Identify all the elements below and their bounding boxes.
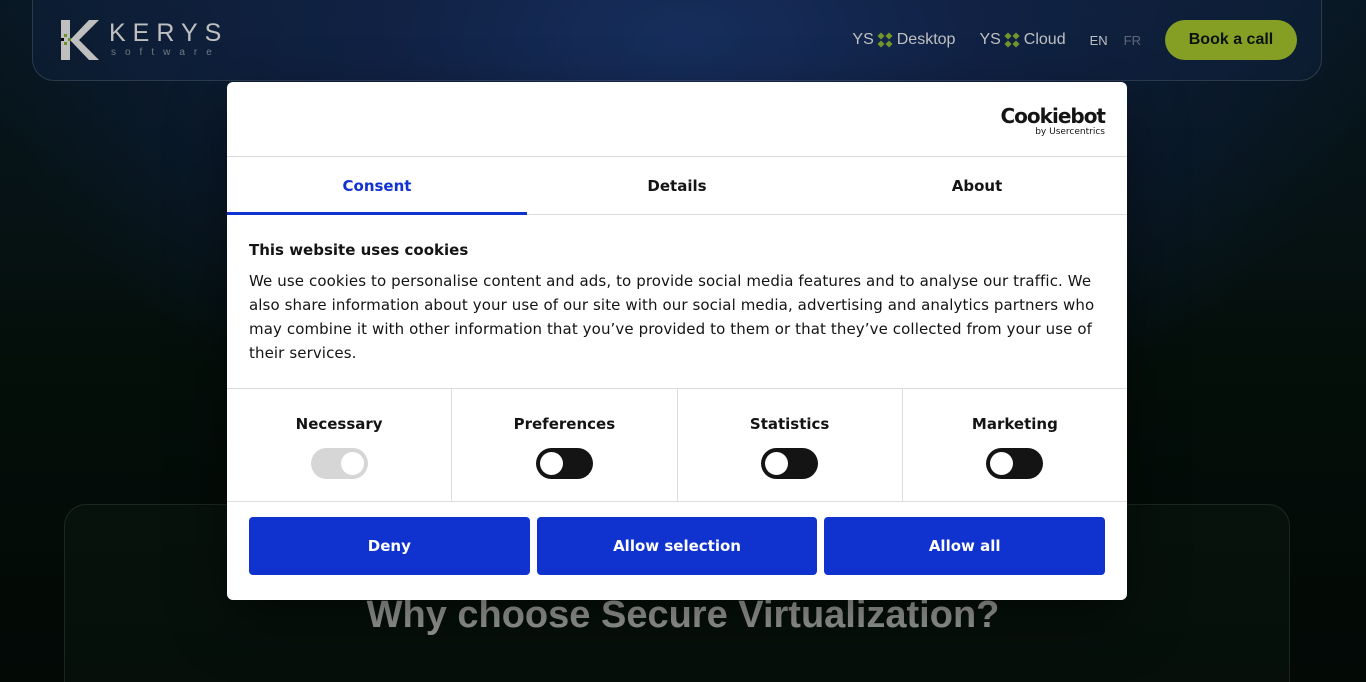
cookie-category-toggles: Necessary Preferences Statistics Marketi… <box>227 389 1127 502</box>
consent-buttons: Deny Allow selection Allow all <box>227 502 1127 590</box>
consent-heading: This website uses cookies <box>249 241 469 259</box>
category-necessary: Necessary <box>227 389 453 501</box>
necessary-toggle <box>310 448 368 479</box>
category-preferences: Preferences <box>452 389 678 501</box>
consent-text: We use cookies to personalise content an… <box>249 272 1095 362</box>
toggle-label: Necessary <box>295 415 383 433</box>
cookie-consent-dialog: Cookiebot by Usercentrics Consent Detail… <box>227 82 1127 600</box>
tab-details[interactable]: Details <box>527 157 827 214</box>
deny-button[interactable]: Deny <box>249 517 530 575</box>
tab-about[interactable]: About <box>827 157 1127 214</box>
preferences-toggle[interactable] <box>535 448 593 479</box>
category-marketing: Marketing <box>903 389 1127 501</box>
allow-selection-button[interactable]: Allow selection <box>536 517 818 575</box>
tab-consent[interactable]: Consent <box>227 157 527 215</box>
statistics-toggle[interactable] <box>761 448 819 479</box>
dialog-tabs: Consent Details About <box>227 157 1127 215</box>
toggle-label: Marketing <box>971 415 1058 433</box>
toggle-label: Preferences <box>513 415 616 433</box>
cookiebot-logo[interactable]: Cookiebot by Usercentrics <box>1001 105 1106 137</box>
dialog-header: Cookiebot by Usercentrics <box>227 82 1127 157</box>
cookiebot-brand: Cookiebot <box>1000 104 1106 128</box>
cookiebot-by: by Usercentrics <box>1035 127 1105 137</box>
allow-all-button[interactable]: Allow all <box>824 517 1106 575</box>
consent-body: This website uses cookies We use cookies… <box>227 215 1127 389</box>
marketing-toggle[interactable] <box>986 448 1044 479</box>
category-statistics: Statistics <box>678 389 903 501</box>
toggle-label: Statistics <box>749 415 830 433</box>
